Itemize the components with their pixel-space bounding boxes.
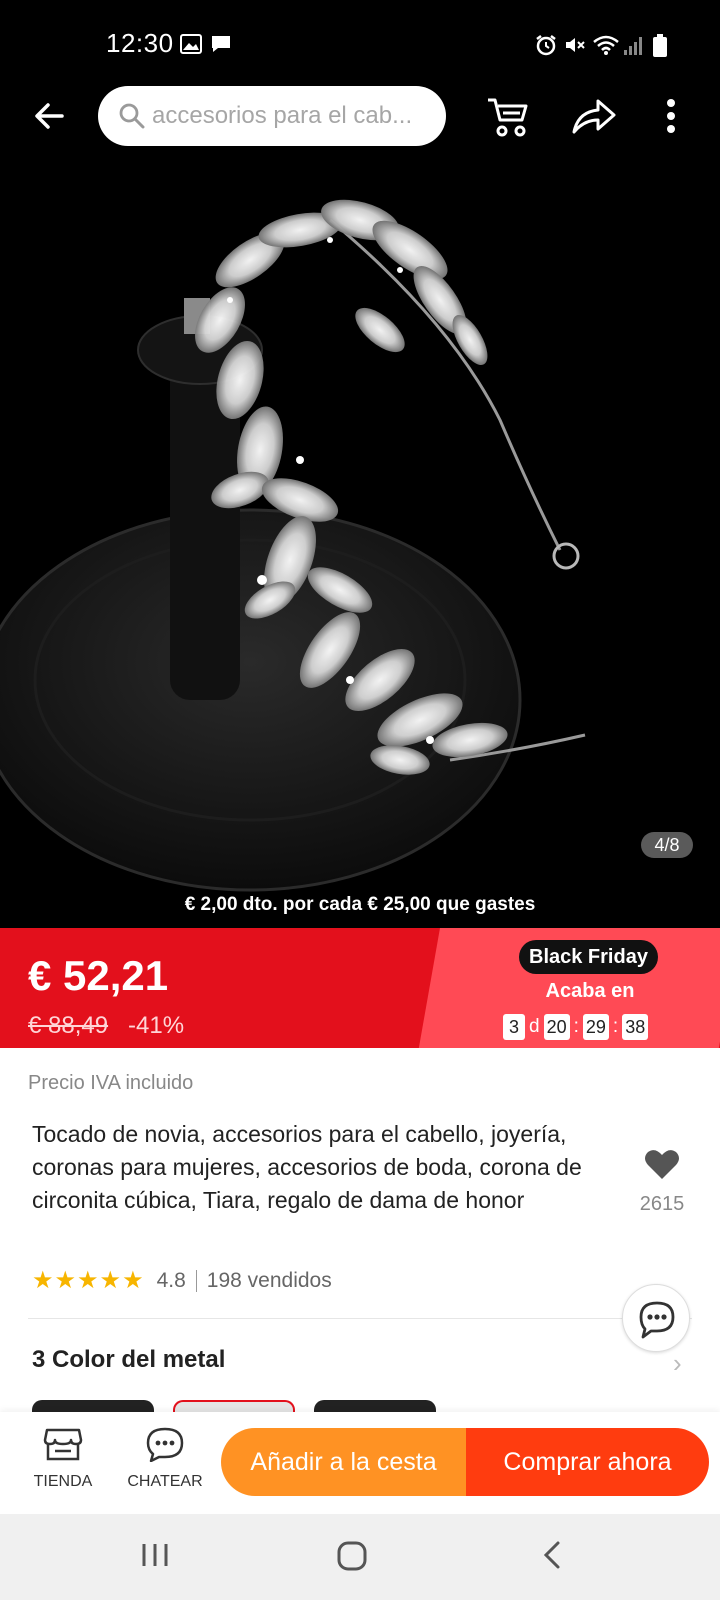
countdown-hours: 20 [543,1014,570,1040]
chevron-right-icon[interactable]: › [673,1348,682,1379]
price-banner: € 52,21 € 88,49 -41% Black Friday Acaba … [0,928,720,1048]
product-gallery[interactable]: 12:30 accesorios para el cab... 4/8 € 2,… [0,0,720,928]
store-button[interactable]: TIENDA [18,1426,108,1491]
status-bar: 12:30 [0,24,720,64]
product-image[interactable] [0,160,720,900]
chat-icon [146,1427,184,1463]
variant-thumb[interactable] [32,1400,154,1412]
mute-icon [566,38,585,52]
search-bar[interactable]: accesorios para el cab... [98,86,446,146]
cart-icon[interactable] [486,96,530,138]
home-icon[interactable] [336,1540,368,1572]
section-divider [28,1318,692,1319]
countdown-days: 3 [503,1014,525,1040]
search-input[interactable]: accesorios para el cab... [152,96,436,136]
countdown-separator: : [573,1016,579,1037]
image-counter: 4/8 [641,832,693,858]
rating-row[interactable]: ★★★★★ 4.8 198 vendidos [32,1266,332,1295]
wifi-icon [593,35,619,55]
sold-count: 198 vendidos [206,1268,332,1292]
chat-label: CHATEAR [127,1473,203,1490]
store-icon [43,1428,83,1461]
back-arrow-icon[interactable] [30,96,70,136]
signal-icon [624,37,642,55]
countdown-separator: : [612,1016,619,1037]
variant-section-title[interactable]: 3 Color del metal [32,1346,225,1374]
bottom-action-bar: TIENDA CHATEAR Añadir a la cesta Comprar… [0,1412,720,1514]
status-time: 12:30 [106,28,174,58]
chat-float-button[interactable] [622,1284,690,1352]
share-icon[interactable] [570,96,618,136]
gallery-icon [180,34,202,54]
black-friday-badge: Black Friday [519,940,658,974]
search-icon [119,103,145,129]
variant-thumb-selected[interactable] [173,1400,295,1412]
countdown-minutes: 29 [582,1014,609,1040]
countdown-days-unit: d [529,1016,540,1037]
more-vertical-icon[interactable] [665,98,677,134]
rating-divider [195,1269,197,1292]
back-icon[interactable] [540,1540,564,1570]
discount-percent: -41% [128,1012,185,1039]
chat-bubble-icon [639,1301,675,1339]
recent-apps-icon[interactable] [140,1540,170,1570]
product-title: Tocado de novia, accesorios para el cabe… [32,1121,582,1213]
system-nav-bar [0,1514,720,1600]
heart-icon [645,1150,679,1179]
promo-banner[interactable]: € 2,00 dto. por cada € 25,00 que gastes [0,894,720,916]
ends-label: Acaba en [545,980,635,1002]
rating-value: 4.8 [156,1268,186,1292]
tax-note: Precio IVA incluido [28,1072,194,1094]
store-label: TIENDA [33,1473,93,1490]
variant-thumb[interactable] [314,1400,436,1412]
chat-button[interactable]: CHATEAR [120,1426,210,1491]
top-toolbar: accesorios para el cab... [0,86,720,148]
countdown-seconds: 38 [622,1014,649,1040]
countdown-timer: 3 d 20 : 29 : 38 [503,1014,649,1040]
current-price: € 52,21 [28,952,169,999]
wishlist-button[interactable]: 2615 [626,1148,698,1216]
add-to-cart-button[interactable]: Añadir a la cesta [221,1428,466,1496]
alarm-icon [536,35,556,56]
message-icon [212,36,230,52]
buy-now-button[interactable]: Comprar ahora [466,1428,709,1496]
wishlist-count: 2615 [639,1193,685,1215]
original-price: € 88,49 [28,1012,109,1039]
battery-icon [653,34,667,57]
star-rating-icon: ★★★★★ [32,1267,145,1294]
